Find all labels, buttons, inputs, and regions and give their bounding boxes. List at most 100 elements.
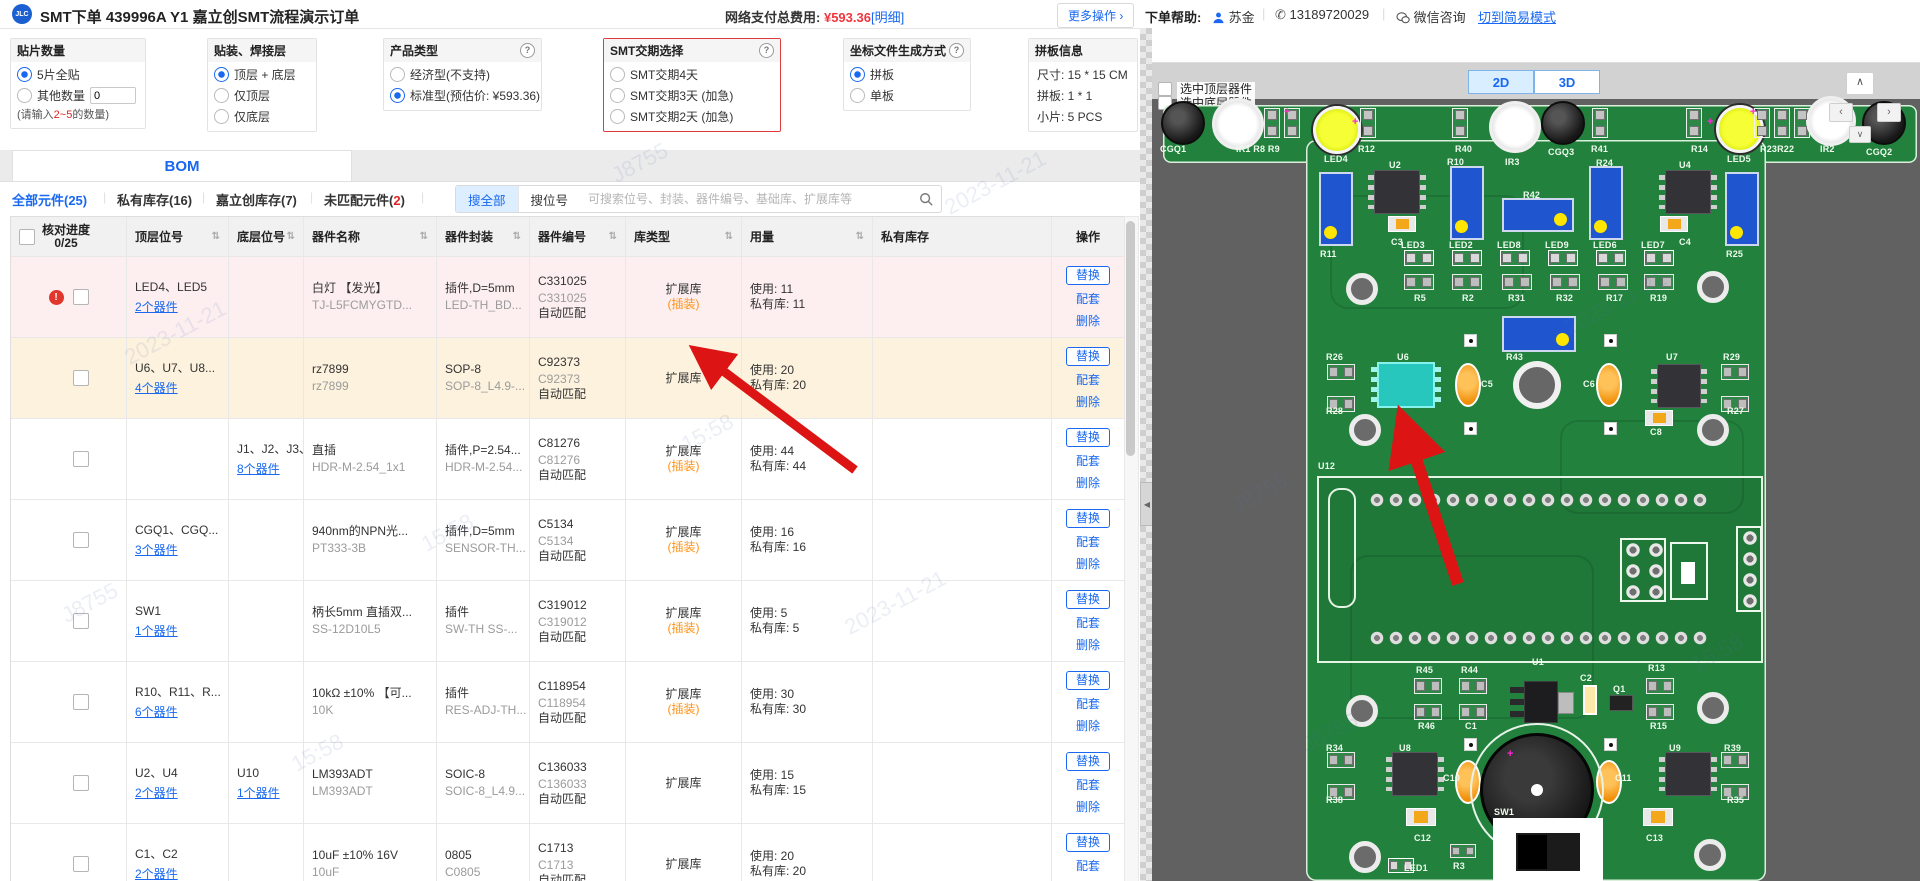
help-icon[interactable]: ? [949,43,964,58]
row-checkbox[interactable] [73,613,89,629]
quantity-input[interactable] [90,87,136,104]
search-scope-designator[interactable]: 搜位号 [519,186,581,212]
column-header[interactable]: 用量⇅ [742,217,873,256]
row-checkbox[interactable] [73,532,89,548]
pair-button[interactable]: 配套 [1060,776,1116,793]
radio-option[interactable]: 仅顶层 [208,83,316,104]
pair-button[interactable]: 配套 [1060,695,1116,712]
delete-button[interactable]: 删除 [1060,555,1116,572]
search-icon[interactable] [919,192,933,206]
simple-mode-link[interactable]: 切到简易模式 [1478,7,1556,26]
radio-icon[interactable] [610,67,625,82]
delete-button[interactable]: 删除 [1060,798,1116,815]
radio-icon[interactable] [610,88,625,103]
replace-button[interactable]: 替换 [1066,347,1110,366]
radio-option[interactable]: 其他数量 [11,83,145,104]
filter-tab[interactable]: 未匹配元件(2) [324,190,405,209]
select-all-checkbox[interactable] [19,229,35,245]
radio-option[interactable]: 顶层 + 底层 [208,62,316,83]
radio-icon[interactable] [17,88,32,103]
table-row[interactable]: U2、U42个器件U101个器件LM393ADTLM393ADTSOIC-8SO… [11,743,1124,824]
delete-button[interactable]: 删除 [1060,636,1116,653]
search-input[interactable] [580,192,919,206]
sort-icon[interactable]: ⇅ [420,231,428,242]
table-row[interactable]: U6、U7、U8...4个器件rz7899rz7899SOP-8SOP-8_L4… [11,338,1124,419]
delete-button[interactable]: 删除 [1060,312,1116,329]
component-count-link[interactable]: 4个器件 [135,379,220,396]
table-scrollbar[interactable] [1124,216,1139,881]
component-count-link[interactable]: 8个器件 [237,460,295,477]
radio-icon[interactable] [390,67,405,82]
table-row[interactable]: R10、R11、R...6个器件10kΩ ±10% 【可...10K插件RES-… [11,662,1124,743]
collapse-panel-button[interactable]: ∨ [1849,126,1871,143]
radio-option[interactable]: 经济型(不支持) [384,62,541,83]
pair-button[interactable]: 配套 [1060,533,1116,550]
row-checkbox[interactable] [73,370,89,386]
sort-icon[interactable]: ⇅ [609,231,617,242]
component-count-link[interactable]: 3个器件 [135,541,220,558]
delete-button[interactable]: 删除 [1060,393,1116,410]
radio-option[interactable]: 仅底层 [208,104,316,125]
replace-button[interactable]: 替换 [1066,833,1110,852]
radio-option[interactable]: 标准型(预估价: ¥593.36) [384,83,541,104]
pair-button[interactable]: 配套 [1060,452,1116,469]
column-header[interactable]: 器件名称⇅ [304,217,437,256]
checkbox-icon[interactable] [1158,82,1172,96]
wechat-consult[interactable]: 微信咨询 [1396,7,1466,26]
table-row[interactable]: CGQ1、CGQ...3个器件940nm的NPN光...PT333-3B插件,D… [11,500,1124,581]
pair-button[interactable]: 配套 [1060,290,1116,307]
pair-button[interactable]: 配套 [1060,371,1116,388]
row-checkbox[interactable] [73,775,89,791]
radio-option[interactable]: SMT交期3天 (加急) [604,83,780,104]
radio-icon[interactable] [214,88,229,103]
pair-button[interactable]: 配套 [1060,857,1116,874]
column-header[interactable]: 库类型⇅ [626,217,742,256]
sort-icon[interactable]: ⇅ [725,231,733,242]
radio-icon[interactable] [390,88,405,103]
row-checkbox[interactable] [73,289,89,305]
mode-2d-button[interactable]: 2D [1468,70,1534,94]
table-row[interactable]: !LED4、LED52个器件白灯 【发光】TJ-L5FCMYGTD...插件,D… [11,257,1124,338]
sort-icon[interactable]: ⇅ [513,231,521,242]
sort-icon[interactable]: ⇅ [287,231,295,242]
help-icon[interactable]: ? [520,43,535,58]
help-icon[interactable]: ? [759,43,774,58]
column-header[interactable]: 顶层位号⇅ [127,217,229,256]
component-count-link[interactable]: 1个器件 [237,784,295,801]
mode-3d-button[interactable]: 3D [1534,70,1600,94]
radio-icon[interactable] [17,67,32,82]
radio-icon[interactable] [214,67,229,82]
radio-icon[interactable] [214,109,229,124]
replace-button[interactable]: 替换 [1066,671,1110,690]
filter-tab[interactable]: 私有库存(16) [117,190,192,209]
column-header[interactable]: 器件封装⇅ [437,217,530,256]
component-count-link[interactable]: 6个器件 [135,703,220,720]
column-header[interactable]: 器件编号⇅ [530,217,626,256]
table-row[interactable]: SW11个器件柄长5mm 直插双...SS-12D10L5插件SW-TH SS-… [11,581,1124,662]
replace-button[interactable]: 替换 [1066,428,1110,447]
filter-tab[interactable]: 全部元件(25) [12,190,87,209]
row-checkbox[interactable] [73,451,89,467]
tab-bom[interactable]: BOM [12,150,352,181]
pager-prev-button[interactable]: ‹ [1829,103,1853,122]
collapse-toolbar-button[interactable]: ∧ [1846,72,1874,95]
row-checkbox[interactable] [73,694,89,710]
filter-tab[interactable]: 嘉立创库存(7) [216,190,297,209]
replace-button[interactable]: 替换 [1066,509,1110,528]
select-top-components-checkbox[interactable]: 选中顶层器件 [1158,82,1255,96]
search-scope-all[interactable]: 搜全部 [456,186,518,212]
table-row[interactable]: J1、J2、J3、...8个器件直插HDR-M-2.54_1x1插件,P=2.5… [11,419,1124,500]
fee-detail-link[interactable]: [明细] [871,10,904,25]
radio-option[interactable]: SMT交期4天 [604,62,780,83]
replace-button[interactable]: 替换 [1066,266,1110,285]
sort-icon[interactable]: ⇅ [212,231,220,242]
column-header[interactable]: 底层位号⇅ [229,217,304,256]
pager-next-button[interactable]: › [1877,103,1901,122]
table-scrollbar-thumb[interactable] [1126,221,1135,456]
component-count-link[interactable]: 2个器件 [135,865,220,881]
radio-option[interactable]: 5片全贴 [11,62,145,83]
delete-button[interactable]: 删除 [1060,717,1116,734]
component-count-link[interactable]: 2个器件 [135,298,220,315]
radio-icon[interactable] [610,109,625,124]
replace-button[interactable]: 替换 [1066,752,1110,771]
